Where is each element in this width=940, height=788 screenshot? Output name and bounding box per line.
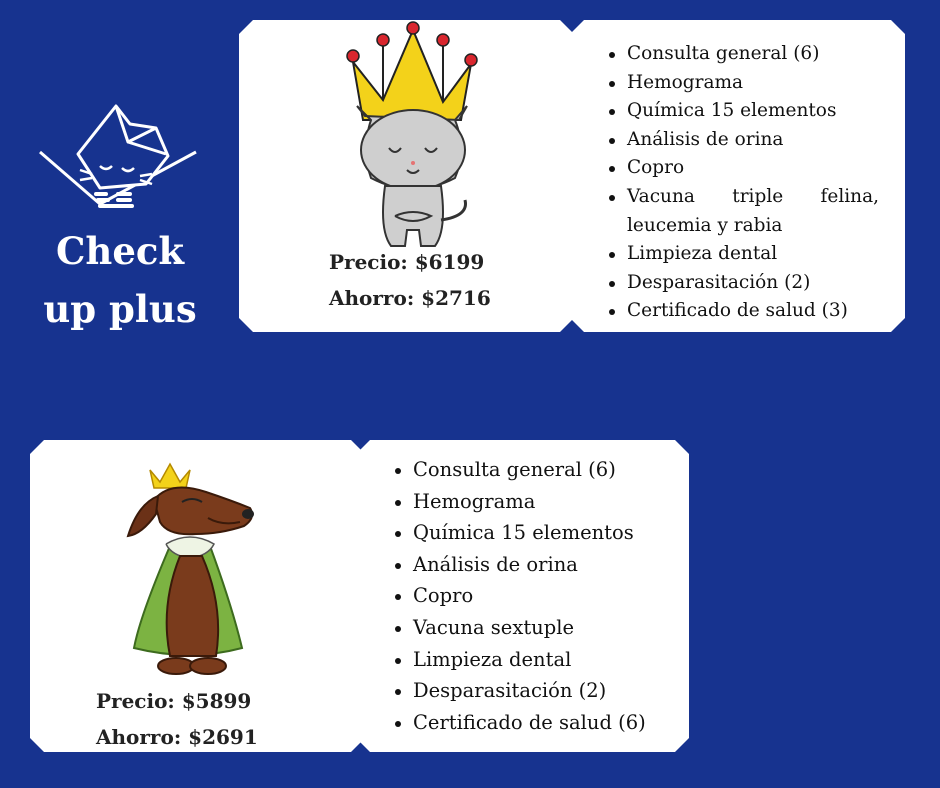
list-item: Química 15 elementos [389, 517, 679, 549]
dog-plan-savings: Ahorro: $2691 [96, 725, 258, 749]
list-item: Limpieza dental [389, 644, 679, 676]
list-item: Vacuna sextuple [389, 612, 679, 644]
crowned-dog-icon [120, 456, 260, 686]
title-line-1: Check [55, 229, 185, 273]
list-item: Certificado de salud (6) [389, 707, 679, 739]
list-item: Copro [603, 154, 879, 183]
list-item: Vacuna triple felina, leucemia y rabia [603, 183, 879, 240]
title-line-2: up plus [43, 287, 197, 331]
cat-plan-list-card: Consulta general (6) Hemograma Química 1… [570, 20, 905, 332]
list-item: Copro [389, 580, 679, 612]
dog-plan-items: Consulta general (6) Hemograma Química 1… [389, 454, 679, 738]
cat-plan-image-card: Precio: $6199 Ahorro: $2716 [239, 20, 574, 332]
list-item: Desparasitación (2) [389, 675, 679, 707]
list-item: Análisis de orina [603, 126, 879, 155]
dog-plan-list-card: Consulta general (6) Hemograma Química 1… [356, 440, 689, 752]
dog-plan-image-card: Precio: $5899 Ahorro: $2691 [30, 440, 365, 752]
cat-plan-price: Precio: $6199 [329, 250, 485, 274]
page-title: Check up plus [30, 222, 210, 338]
list-item: Limpieza dental [603, 240, 879, 269]
list-item: Consulta general (6) [389, 454, 679, 486]
cat-plan-items: Consulta general (6) Hemograma Química 1… [603, 40, 879, 326]
cat-plan-savings: Ahorro: $2716 [329, 286, 491, 310]
cat-crate-icon [38, 104, 198, 214]
crowned-cat-icon [343, 20, 483, 250]
list-item: Análisis de orina [389, 549, 679, 581]
list-item: Certificado de salud (3) [603, 297, 879, 326]
dog-plan-price: Precio: $5899 [96, 689, 252, 713]
list-item: Hemograma [603, 69, 879, 98]
list-item: Consulta general (6) [603, 40, 879, 69]
list-item: Química 15 elementos [603, 97, 879, 126]
list-item: Desparasitación (2) [603, 269, 879, 298]
list-item: Hemograma [389, 486, 679, 518]
